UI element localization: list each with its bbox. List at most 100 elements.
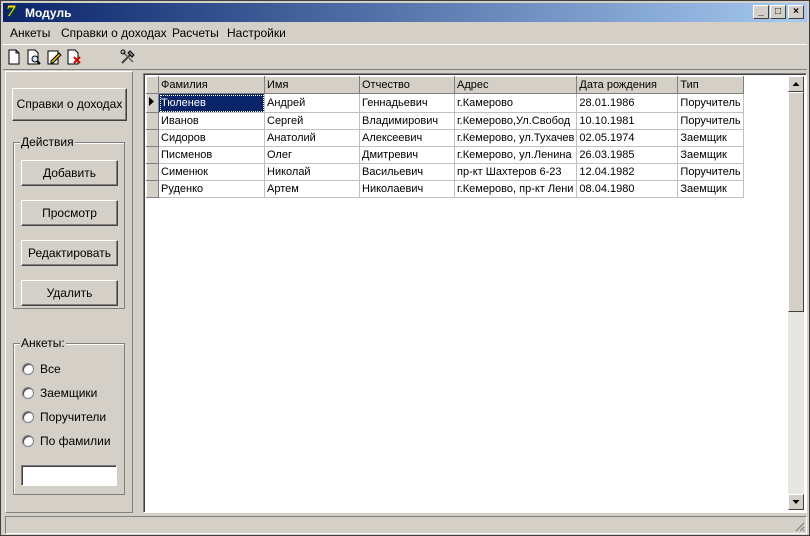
table-cell[interactable]: Писменов <box>158 146 265 164</box>
table-cell[interactable]: Заемщик <box>677 146 744 164</box>
table-cell[interactable]: Иванов <box>158 112 265 130</box>
header-birthdate[interactable]: Дата рождения <box>576 76 679 94</box>
table-cell[interactable]: пр-кт Шахтеров 6-23 <box>453 163 578 181</box>
menu-calculations[interactable]: Расчеты <box>172 26 219 40</box>
table-cell[interactable]: Андрей <box>264 93 360 113</box>
row-pointer-icon <box>149 97 154 106</box>
table-cell[interactable]: Тюленев <box>158 93 265 113</box>
table-cell[interactable]: Геннадьевич <box>359 93 455 113</box>
left-panel: Справки о доходах Действия Добавить Прос… <box>5 71 133 513</box>
row-indicator <box>146 146 159 164</box>
income-statements-button[interactable]: Справки о доходах <box>12 88 127 121</box>
scroll-up-button[interactable] <box>788 76 804 92</box>
scroll-thumb[interactable] <box>788 92 804 312</box>
table-cell[interactable]: Артем <box>264 180 360 198</box>
table-cell[interactable]: Владимирович <box>359 112 455 130</box>
table-cell[interactable]: Сименюк <box>158 163 265 181</box>
radio-all[interactable] <box>22 363 34 375</box>
preview-doc-icon[interactable] <box>25 48 43 66</box>
radio-guarantors[interactable] <box>22 411 34 423</box>
radio-borrowers[interactable] <box>22 387 34 399</box>
radio-by-surname[interactable] <box>22 435 34 447</box>
row-indicator <box>146 112 159 130</box>
table-row[interactable]: Руденко Артем Николаевич г.Кемерово, пр-… <box>146 180 744 198</box>
filter-by-surname-label: По фамилии <box>40 434 111 448</box>
table-cell[interactable]: Сергей <box>264 112 360 130</box>
filter-guarantors-label: Поручители <box>40 410 107 424</box>
table-row[interactable]: Сименюк Николай Васильевич пр-кт Шахтеро… <box>146 163 744 181</box>
table-row[interactable]: Сидоров Анатолий Алексеевич г.Кемерово, … <box>146 129 744 147</box>
title-bar[interactable]: 7 Модуль _ □ × <box>3 3 807 22</box>
table-header-row: Фамилия Имя Отчество Адрес Дата рождения… <box>146 76 744 94</box>
table-cell[interactable]: г.Кемерово, ул.Ленина <box>453 146 578 164</box>
table-cell[interactable]: Поручитель <box>677 93 744 113</box>
header-name[interactable]: Имя <box>264 76 360 94</box>
delete-button[interactable]: Удалить <box>21 280 118 306</box>
filter-all-label: Все <box>40 362 61 376</box>
menu-ankety[interactable]: Анкеты <box>10 26 50 40</box>
vertical-scrollbar[interactable] <box>788 76 804 510</box>
table-cell[interactable]: 08.04.1980 <box>576 180 679 198</box>
table-cell[interactable]: Николай <box>264 163 360 181</box>
table-row[interactable]: Иванов Сергей Владимирович г.Кемерово,Ул… <box>146 112 744 130</box>
table-cell[interactable]: Заемщик <box>677 129 744 147</box>
menu-income-statements[interactable]: Справки о доходах <box>61 26 167 40</box>
edit-button[interactable]: Редактировать <box>21 240 118 266</box>
close-button[interactable]: × <box>788 5 804 19</box>
view-button[interactable]: Просмотр <box>21 200 118 226</box>
table-cell[interactable]: Васильевич <box>359 163 455 181</box>
table-cell[interactable]: 28.01.1986 <box>576 93 679 113</box>
table-cell[interactable]: Олег <box>264 146 360 164</box>
table-cell[interactable]: 26.03.1985 <box>576 146 679 164</box>
table-cell[interactable]: 02.05.1974 <box>576 129 679 147</box>
delete-doc-icon[interactable] <box>65 48 83 66</box>
table-row[interactable]: Тюленев Андрей Геннадьевич г.Камерово 28… <box>146 93 744 113</box>
actions-group: Действия Добавить Просмотр Редактировать… <box>13 135 125 309</box>
table-cell[interactable]: 10.10.1981 <box>576 112 679 130</box>
status-bar <box>5 516 807 534</box>
table-cell[interactable]: Алексеевич <box>359 129 455 147</box>
table-cell[interactable]: Дмитревич <box>359 146 455 164</box>
add-button[interactable]: Добавить <box>21 160 118 186</box>
header-type[interactable]: Тип <box>677 76 744 94</box>
new-doc-icon[interactable] <box>5 48 23 66</box>
applicants-grid[interactable]: Фамилия Имя Отчество Адрес Дата рождения… <box>143 73 807 513</box>
scroll-down-button[interactable] <box>788 494 804 510</box>
settings-tools-icon[interactable] <box>119 48 137 66</box>
menu-bar: Анкеты Справки о доходах Расчеты Настрой… <box>3 23 807 42</box>
menu-settings[interactable]: Настройки <box>227 26 286 40</box>
row-indicator <box>146 129 159 147</box>
table-cell[interactable]: г.Кемерово, ул.Тухачев <box>453 129 578 147</box>
filter-group-title: Анкеты: <box>20 336 66 350</box>
row-indicator <box>146 180 159 198</box>
minimize-button[interactable]: _ <box>753 5 769 19</box>
surname-search-input[interactable] <box>21 465 117 486</box>
row-indicator <box>146 163 159 181</box>
actions-group-title: Действия <box>20 135 75 149</box>
table-cell[interactable]: г.Кемерово,Ул.Свобод <box>453 112 578 130</box>
resize-grip-icon[interactable] <box>793 520 805 532</box>
window-title: Модуль <box>25 6 72 20</box>
main-window: 7 Модуль _ □ × Анкеты Справки о доходах … <box>0 0 810 536</box>
toolbar <box>3 44 807 70</box>
header-surname[interactable]: Фамилия <box>158 76 265 94</box>
table-cell[interactable]: г.Кемерово, пр-кт Лени <box>453 180 578 198</box>
current-row-indicator <box>146 93 159 113</box>
table-cell[interactable]: Сидоров <box>158 129 265 147</box>
table-cell[interactable]: Поручитель <box>677 163 744 181</box>
filter-group: Анкеты: Все Заемщики Поручители По фамил… <box>13 336 125 495</box>
applicants-table: Фамилия Имя Отчество Адрес Дата рождения… <box>146 76 744 198</box>
header-address[interactable]: Адрес <box>453 76 578 94</box>
arrow-up-icon <box>792 82 800 86</box>
table-cell[interactable]: Поручитель <box>677 112 744 130</box>
table-row[interactable]: Писменов Олег Дмитревич г.Кемерово, ул.Л… <box>146 146 744 164</box>
table-cell[interactable]: г.Камерово <box>453 93 578 113</box>
maximize-button[interactable]: □ <box>770 5 786 19</box>
table-cell[interactable]: Руденко <box>158 180 265 198</box>
table-cell[interactable]: Анатолий <box>264 129 360 147</box>
table-cell[interactable]: Заемщик <box>677 180 744 198</box>
table-cell[interactable]: 12.04.1982 <box>576 163 679 181</box>
edit-doc-icon[interactable] <box>45 48 63 66</box>
header-patronymic[interactable]: Отчество <box>359 76 455 94</box>
table-cell[interactable]: Николаевич <box>359 180 455 198</box>
